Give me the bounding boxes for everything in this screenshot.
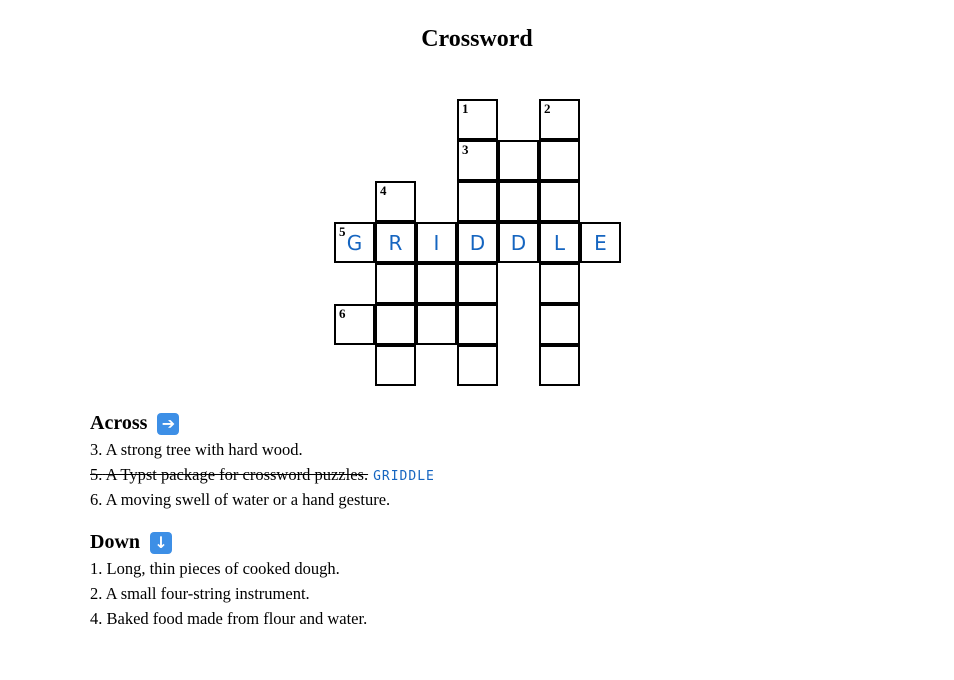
grid-cell[interactable]: [375, 304, 416, 345]
clue-text: 1. Long, thin pieces of cooked dough.: [90, 559, 340, 578]
cell-letter: L: [553, 231, 566, 255]
cell-letter: D: [469, 231, 486, 255]
grid-cell[interactable]: I: [416, 222, 457, 263]
clue-across[interactable]: 6. A moving swell of water or a hand ges…: [90, 490, 390, 510]
clue-body: A small four-string instrument.: [105, 584, 310, 603]
grid-cell[interactable]: [416, 304, 457, 345]
clue-down[interactable]: 4. Baked food made from flour and water.: [90, 609, 367, 629]
clue-text: 3. A strong tree with hard wood.: [90, 440, 303, 459]
right-arrow-icon: ➔: [157, 412, 180, 435]
clue-body: A strong tree with hard wood.: [105, 440, 303, 459]
down-arrow-icon: ↓: [150, 531, 173, 554]
grid-cell[interactable]: [498, 181, 539, 222]
clue-number: 3.: [90, 440, 103, 459]
clue-body: Baked food made from flour and water.: [106, 609, 368, 628]
cell-letter: I: [433, 231, 440, 255]
clue-answer: GRIDDLE: [373, 469, 435, 484]
clue-number: 1.: [90, 559, 103, 578]
clue-body: A moving swell of water or a hand gestur…: [105, 490, 391, 509]
grid-cell[interactable]: [457, 345, 498, 386]
clue-across[interactable]: 5. A Typst package for crossword puzzles…: [90, 465, 435, 485]
clue-body: A Typst package for crossword puzzles.: [105, 465, 369, 484]
cell-letter: D: [510, 231, 527, 255]
grid-cell[interactable]: 5G: [334, 222, 375, 263]
clue-number: 5.: [90, 465, 103, 484]
clue-text: 4. Baked food made from flour and water.: [90, 609, 367, 628]
grid-cell[interactable]: 2: [539, 99, 580, 140]
cell-number: 3: [462, 142, 469, 157]
grid-cell[interactable]: [457, 181, 498, 222]
clue-across[interactable]: 3. A strong tree with hard wood.: [90, 440, 303, 460]
grid-cell[interactable]: E: [580, 222, 621, 263]
cell-number: 6: [339, 306, 346, 321]
clue-body: Long, thin pieces of cooked dough.: [106, 559, 340, 578]
grid-cell[interactable]: 4: [375, 181, 416, 222]
grid-cell[interactable]: D: [498, 222, 539, 263]
grid-cell[interactable]: 6: [334, 304, 375, 345]
grid-cell[interactable]: [539, 263, 580, 304]
down-heading-label: Down: [90, 531, 141, 553]
clue-number: 6.: [90, 490, 103, 509]
clue-number: 4.: [90, 609, 103, 628]
grid-cell[interactable]: [457, 263, 498, 304]
grid-cell[interactable]: R: [375, 222, 416, 263]
cell-letter: R: [388, 231, 403, 255]
grid-cell[interactable]: [539, 181, 580, 222]
grid-cell[interactable]: [457, 304, 498, 345]
grid-cell[interactable]: [416, 263, 457, 304]
cell-number: 2: [544, 101, 551, 116]
grid-cell[interactable]: 1: [457, 99, 498, 140]
grid-cell[interactable]: [375, 345, 416, 386]
cell-number: 1: [462, 101, 469, 116]
grid-cell[interactable]: 3: [457, 140, 498, 181]
grid-cell[interactable]: [539, 140, 580, 181]
cell-number: 4: [380, 183, 387, 198]
clue-text: 2. A small four-string instrument.: [90, 584, 310, 603]
across-heading-label: Across: [90, 412, 148, 434]
grid-cell[interactable]: [539, 345, 580, 386]
clue-down[interactable]: 1. Long, thin pieces of cooked dough.: [90, 559, 340, 579]
clue-down[interactable]: 2. A small four-string instrument.: [90, 584, 310, 604]
cell-letter: E: [594, 231, 607, 255]
grid-cell[interactable]: D: [457, 222, 498, 263]
across-heading: Across ➔: [90, 412, 180, 435]
grid-cell[interactable]: [539, 304, 580, 345]
clue-number: 2.: [90, 584, 103, 603]
grid-cell[interactable]: L: [539, 222, 580, 263]
down-heading: Down ↓: [90, 531, 173, 554]
grid-cell[interactable]: [375, 263, 416, 304]
clue-text: 6. A moving swell of water or a hand ges…: [90, 490, 390, 509]
cell-letter: G: [346, 231, 363, 255]
clue-text: 5. A Typst package for crossword puzzles…: [90, 465, 368, 484]
grid-cell[interactable]: [498, 140, 539, 181]
crossword-grid: 1 2 3 4 5G R I DD L E 6: [0, 0, 954, 400]
